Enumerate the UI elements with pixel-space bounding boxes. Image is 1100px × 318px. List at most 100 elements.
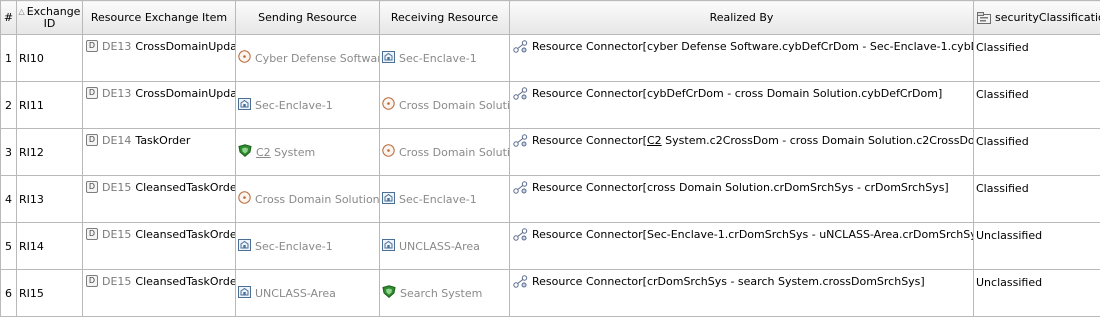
realized-by-cell[interactable]: Resource Connector[cybDefCrDom - cross D… (509, 81, 974, 129)
column-header-resource-exchange-item[interactable]: Resource Exchange Item (82, 0, 236, 35)
row-number: 3 (0, 128, 17, 176)
receiving-resource-name: Search System (400, 286, 483, 300)
sending-resource-name: Sec-Enclave-1 (255, 98, 333, 112)
security-classification-cell[interactable]: Unclassified (973, 269, 1100, 317)
data-element-icon: D (86, 275, 98, 287)
sending-resource-cell[interactable]: Sec-Enclave-1 (235, 81, 380, 129)
data-element-name: CleansedTaskOrder (135, 228, 236, 241)
security-classification-cell[interactable]: Classified (973, 34, 1100, 82)
realized-by-link[interactable]: C2 (647, 134, 662, 147)
row-number: 5 (0, 222, 17, 270)
realized-by-text: Resource Connector[cross Domain Solution… (532, 181, 949, 194)
realized-by-text: Resource Connector[C2 System.c2CrossDom … (532, 134, 974, 147)
security-classification-cell[interactable]: Classified (973, 81, 1100, 129)
system-icon (382, 285, 396, 301)
column-header-exchange-id[interactable]: △ Exchange ID (16, 0, 83, 35)
data-element-name: CleansedTaskOrder (135, 275, 236, 288)
data-element-code: DE15 (102, 181, 132, 194)
data-element-code: DE15 (102, 275, 132, 288)
table-row[interactable]: 6 RI15 D DE15 CleansedTaskOrder UNCLASS-Area S… (0, 269, 1100, 317)
realized-by-cell[interactable]: Resource Connector[crDomSrchSys - search… (509, 269, 974, 317)
security-classification-cell[interactable]: Classified (973, 128, 1100, 176)
realized-by-cell[interactable]: Resource Connector[cyber Defense Softwar… (509, 34, 974, 82)
exchange-id-cell[interactable]: RI15 (16, 269, 83, 317)
enclave-icon (238, 238, 251, 254)
enclave-icon (382, 191, 395, 207)
realized-by-text: Resource Connector[crDomSrchSys - search… (532, 275, 925, 288)
sending-resource-cell[interactable]: Cyber Defense Software (235, 34, 380, 82)
table-row[interactable]: 4 RI13 D DE15 CleansedTaskOrder Cross Domain … (0, 175, 1100, 223)
software-icon (382, 144, 395, 160)
enclave-icon (238, 97, 251, 113)
resource-connector-icon (513, 181, 528, 197)
column-header-sending-resource[interactable]: Sending Resource (235, 0, 380, 35)
data-element-icon: D (86, 228, 98, 240)
receiving-resource-cell[interactable]: Cross Domain Solution (379, 81, 510, 129)
table-row[interactable]: 1RI10D DE13CrossDomainUpdate Cyber Defense… (0, 34, 1100, 82)
resource-exchange-item-cell[interactable]: D DE15 CleansedTaskOrder (82, 222, 236, 270)
resource-exchange-item-cell[interactable]: D DE15 CleansedTaskOrder (82, 269, 236, 317)
software-icon (382, 97, 395, 113)
sending-resource-name: UNCLASS-Area (255, 286, 336, 300)
exchange-id-cell[interactable]: RI12 (16, 128, 83, 176)
column-header-receiving-resource[interactable]: Receiving Resource (379, 0, 510, 35)
column-header-security-classification[interactable]: securityClassification (973, 0, 1100, 35)
realized-by-text: Resource Connector[Sec-Enclave-1.crDomSr… (532, 228, 974, 241)
exchange-id-cell[interactable]: RI11 (16, 81, 83, 129)
sending-resource-name: Cross Domain Solution (255, 192, 380, 206)
sending-resource-cell[interactable]: C2 System (235, 128, 380, 176)
security-classification-cell[interactable]: Classified (973, 175, 1100, 223)
exchange-id-cell[interactable]: RI10 (16, 34, 83, 82)
resource-connector-icon (513, 87, 528, 103)
table-row[interactable]: 3 RI12 D DE14 TaskOrder C2 System Cross Domain… (0, 128, 1100, 176)
row-number: 4 (0, 175, 17, 223)
resource-exchange-item-cell[interactable]: D DE15 CleansedTaskOrder (82, 175, 236, 223)
classification-icon (977, 11, 991, 24)
realized-by-cell[interactable]: Resource Connector[cross Domain Solution… (509, 175, 974, 223)
receiving-resource-name: Cross Domain Solution (399, 145, 510, 159)
row-number: 6 (0, 269, 17, 317)
receiving-resource-cell[interactable]: UNCLASS-Area (379, 222, 510, 270)
column-header-num[interactable]: # (0, 0, 17, 35)
data-element-code: DE13 (102, 40, 132, 53)
enclave-icon (238, 285, 251, 301)
sending-resource-cell[interactable]: Sec-Enclave-1 (235, 222, 380, 270)
data-element-name: CrossDomainUpdate (135, 87, 234, 100)
enclave-icon (382, 50, 395, 66)
resource-exchange-item-cell[interactable]: D DE13CrossDomainUpdate (82, 34, 236, 82)
data-element-name: TaskOrder (135, 134, 191, 147)
resource-exchange-item-cell[interactable]: D DE13CrossDomainUpdate (82, 81, 236, 129)
receiving-resource-cell[interactable]: Sec-Enclave-1 (379, 34, 510, 82)
data-element-name: CrossDomainUpdate (135, 40, 234, 53)
resource-connector-icon (513, 40, 528, 56)
resource-connector-icon (513, 134, 528, 150)
sending-resource-cell[interactable]: Cross Domain Solution (235, 175, 380, 223)
data-element-icon: D (86, 181, 98, 193)
table-row[interactable]: 2RI11D DE13CrossDomainUpdate Sec-Enclave-1… (0, 81, 1100, 129)
receiving-resource-cell[interactable]: Search System (379, 269, 510, 317)
sort-ascending-icon: △ (18, 6, 25, 16)
system-icon (238, 144, 252, 160)
security-classification-cell[interactable]: Unclassified (973, 222, 1100, 270)
realized-by-text: Resource Connector[cyber Defense Softwar… (532, 40, 973, 53)
realized-by-cell[interactable]: Resource Connector[Sec-Enclave-1.crDomSr… (509, 222, 974, 270)
software-icon (238, 50, 251, 66)
realized-by-cell[interactable]: Resource Connector[C2 System.c2CrossDom … (509, 128, 974, 176)
receiving-resource-name: Sec-Enclave-1 (399, 192, 477, 206)
column-header-realized-by[interactable]: Realized By (509, 0, 974, 35)
data-element-code: DE15 (102, 228, 132, 241)
data-element-code: DE13 (102, 87, 132, 100)
exchange-id-cell[interactable]: RI14 (16, 222, 83, 270)
realized-by-text: Resource Connector[cybDefCrDom - cross D… (532, 87, 943, 100)
exchange-id-cell[interactable]: RI13 (16, 175, 83, 223)
resource-connector-icon (513, 275, 528, 291)
sending-resource-cell[interactable]: UNCLASS-Area (235, 269, 380, 317)
sending-resource-link[interactable]: C2 (256, 146, 271, 159)
receiving-resource-cell[interactable]: Sec-Enclave-1 (379, 175, 510, 223)
enclave-icon (382, 238, 395, 254)
resource-exchange-item-cell[interactable]: D DE14 TaskOrder (82, 128, 236, 176)
receiving-resource-name: Sec-Enclave-1 (399, 51, 477, 65)
sending-resource-name: Cyber Defense Software (255, 51, 380, 65)
table-row[interactable]: 5 RI14 D DE15 CleansedTaskOrder Sec-Enclave-1… (0, 222, 1100, 270)
receiving-resource-cell[interactable]: Cross Domain Solution (379, 128, 510, 176)
